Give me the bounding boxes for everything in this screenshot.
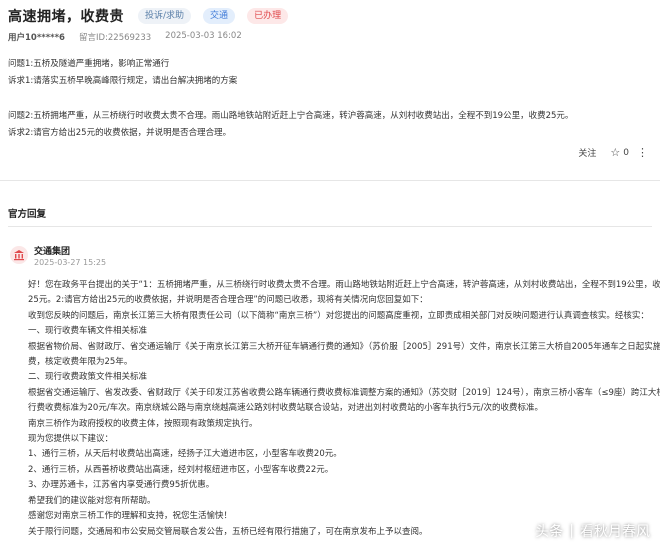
post-actions: 关注 ☆ 0 ⋮ <box>578 146 648 159</box>
tag-traffic[interactable]: 交通 <box>203 8 236 24</box>
watermark: 头条 | 看秋月春风 <box>535 521 650 541</box>
reply-line: 25元。2:请官方给出25元的收费依据，并说明是否合理合理”的问题已收悉，现将有… <box>28 295 428 306</box>
post-title: 高速拥堵，收费贵 <box>8 9 124 25</box>
post-body-line: 诉求1:请落实五桥早晚高峰限行规定，请出台解决拥堵的方案 <box>8 76 238 86</box>
message-id: 留言ID:22569233 <box>78 33 152 43</box>
reply-line: 费，核定收费年限为25年。 <box>28 357 133 368</box>
org-name: 交通集团 <box>34 247 71 257</box>
reply-line: 1、通行三桥，从天后村收费站出高速，经扬子江大道进市区，小型客车收费20元。 <box>28 449 342 460</box>
reply-line: 收到您反映的问题后，南京长江第三大桥有限责任公司（以下简称“南京三桥”）对您提出… <box>28 310 649 321</box>
user-id: 用户10*****6 <box>8 33 65 43</box>
post-body-line: 问题2:五桥拥堵严重，从三桥绕行时收费太贵不合理。雨山路地铁站附近赶上宁合高速，… <box>8 111 574 121</box>
reply-body: 好！您在政务平台提出的关于“1：五桥拥堵严重，从三桥绕行时收费太贵不合理。雨山路… <box>28 278 660 540</box>
watermark-author: 看秋月春风 <box>580 524 650 540</box>
watermark-brand: 头条 <box>535 524 564 540</box>
post-header: 高速拥堵，收费贵 投诉/求助 交通 已办理 <box>8 6 652 26</box>
reply-line: 南京三桥作为政府授权的收费主体，按照现有政策规定执行。 <box>28 418 258 429</box>
reply-line: 二、现行收费政策文件相关标准 <box>28 372 148 383</box>
post-body-line: 诉求2:请官方给出25元的收费依据，并说明是否合理合理。 <box>8 128 232 138</box>
reply-line: 好！您在政务平台提出的关于“1：五桥拥堵严重，从三桥绕行时收费太贵不合理。雨山路… <box>28 280 660 290</box>
post-meta: 用户10*****6 留言ID:22569233 2025-03-03 16:0… <box>8 31 256 43</box>
government-building-icon <box>10 246 28 264</box>
post-date: 2025-03-03 16:02 <box>165 31 242 41</box>
tag-complaint[interactable]: 投诉/求助 <box>138 8 192 24</box>
divider <box>8 226 652 227</box>
like-count: 0 <box>623 147 629 158</box>
star-icon[interactable]: ☆ <box>610 146 620 159</box>
reply-line: 2、通行三桥，从西善桥收费站出高速，经刘村枢纽进市区，小型客车收费22元。 <box>28 464 334 475</box>
follow-button[interactable]: 关注 <box>578 146 596 159</box>
reply-line: 现为您提供以下建议： <box>28 434 114 445</box>
reply-line: 3、办理苏通卡，江苏省内享受通行费95折优惠。 <box>28 480 215 491</box>
more-icon[interactable]: ⋮ <box>637 146 648 159</box>
reply-line: 根据省交通运输厅、省发改委、省财政厅《关于印发江苏省收费公路车辆通行费收费标准调… <box>28 387 660 398</box>
reply-line: 希望我们的建议能对您有所帮助。 <box>28 495 156 506</box>
reply-line: 根据省物价局、省财政厅、省交通运输厅《关于南京长江第三大桥开征车辆通行费的通知》… <box>28 341 660 352</box>
reply-date: 2025-03-27 15:25 <box>34 258 107 267</box>
reply-line: 一、现行收费车辆文件相关标准 <box>28 326 148 337</box>
status-badge: 已办理 <box>247 8 289 24</box>
official-reply-title: 官方回复 <box>8 209 47 220</box>
reply-line: 行费收费标准为20元/车次。南京绕城公路与南京绕越高速公路刘村收费站联合设站，对… <box>28 403 543 414</box>
divider <box>0 180 660 181</box>
watermark-separator: | <box>569 523 574 539</box>
post-body-line: 问题1:五桥及隧道严重拥堵，影响正常通行 <box>8 59 170 69</box>
